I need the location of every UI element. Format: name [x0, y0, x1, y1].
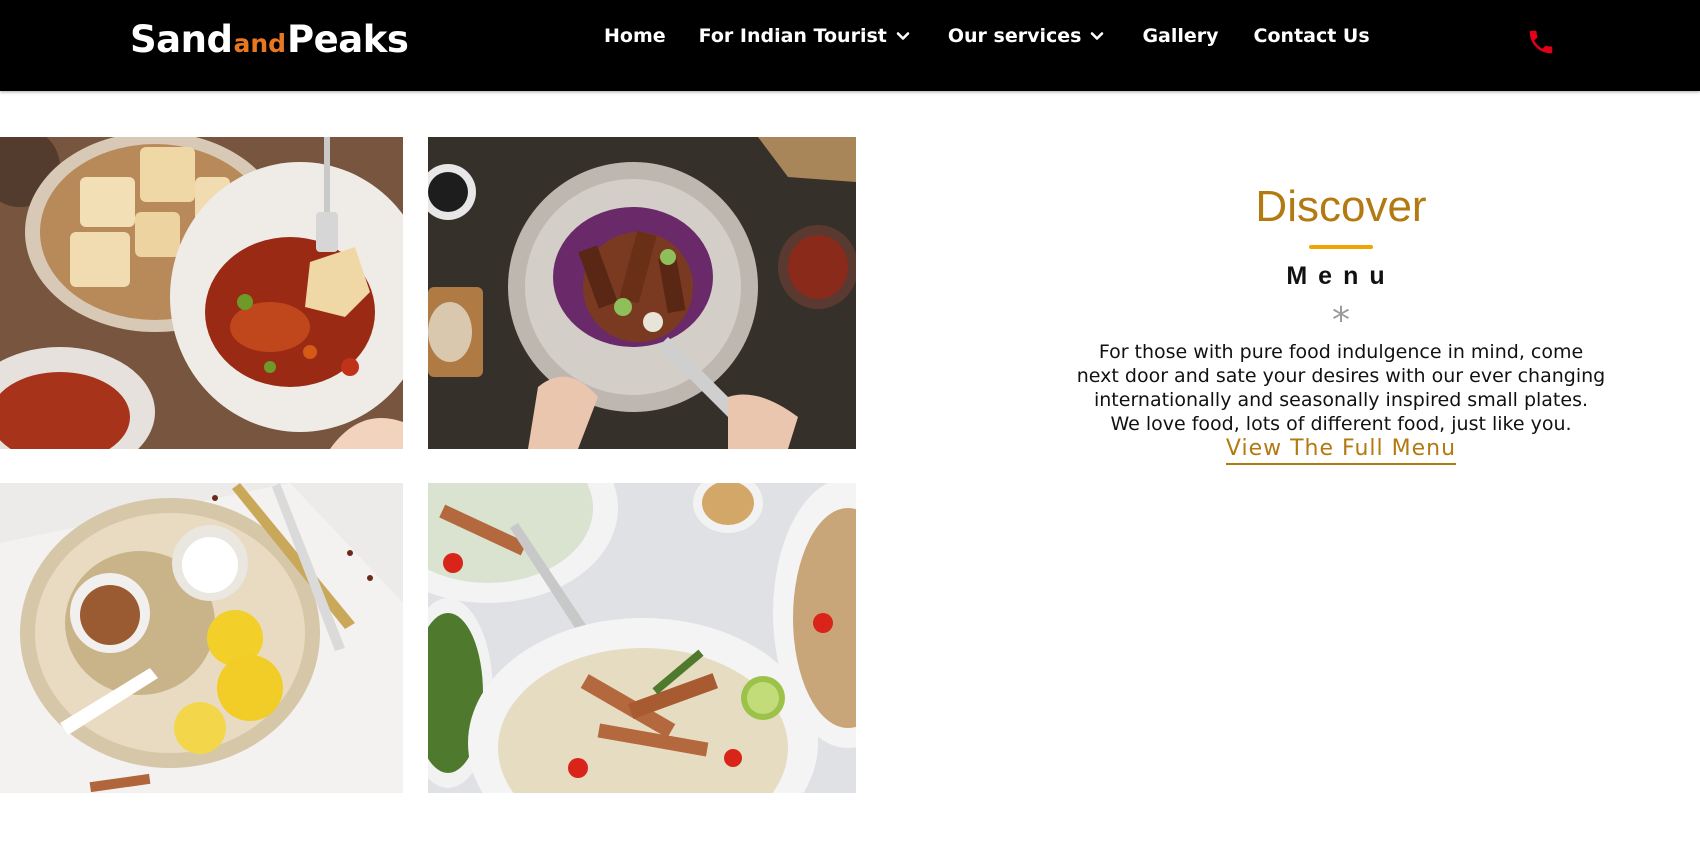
nav-contact-us[interactable]: Contact Us [1254, 25, 1370, 47]
menu-description: For those with pure food indulgence in m… [1000, 340, 1682, 436]
logo-part-and: and [233, 29, 287, 58]
nav-our-services-label: Our services [947, 25, 1082, 47]
asterisk-separator: * [1332, 300, 1350, 341]
menu-description-line: We love food, lots of different food, ju… [1110, 413, 1572, 435]
chevron-down-icon [896, 32, 910, 40]
menu-description-line: For those with pure food indulgence in m… [1098, 341, 1584, 363]
menu-subheading: Menu [1286, 262, 1396, 290]
nav-home-label: Home [604, 25, 666, 47]
menu-description-line: internationally and seasonally inspired … [1093, 389, 1589, 411]
food-photo-plates [428, 483, 856, 793]
nav-gallery[interactable]: Gallery [1142, 25, 1218, 47]
view-full-menu-row: View The Full Menu [1000, 436, 1682, 465]
food-photo-salad-bowl-image [428, 137, 856, 449]
nav-home[interactable]: Home [604, 25, 666, 47]
food-photo-plates-image [428, 483, 856, 793]
nav-our-services[interactable]: Our services [948, 25, 1105, 47]
food-photo-lemons [0, 483, 403, 793]
view-full-menu-link[interactable]: View The Full Menu [1225, 436, 1457, 465]
food-photo-stew [0, 137, 403, 449]
heading-underline [1309, 245, 1373, 249]
logo-part-sand: Sand [130, 18, 233, 61]
food-photo-stew-image [0, 137, 403, 449]
nav-for-indian-tourist[interactable]: For Indian Tourist [699, 25, 910, 47]
food-photo-lemons-image [0, 483, 403, 793]
phone-icon[interactable] [1526, 27, 1556, 57]
chevron-down-icon [1091, 32, 1104, 40]
food-photo-salad-bowl [428, 137, 856, 449]
menu-description-line: next door and sate your desires with our… [1076, 365, 1606, 387]
main-nav: Home For Indian Tourist Our services Gal… [604, 22, 1370, 50]
site-logo[interactable]: Sand and Peaks [130, 18, 409, 68]
discover-heading: Discover [1255, 182, 1427, 231]
top-navbar: Sand and Peaks Home For Indian Tourist O… [0, 0, 1700, 91]
nav-for-indian-tourist-label: For Indian Tourist [698, 25, 887, 47]
nav-gallery-label: Gallery [1142, 25, 1219, 47]
logo-part-peaks: Peaks [287, 18, 409, 61]
nav-contact-us-label: Contact Us [1253, 25, 1370, 47]
